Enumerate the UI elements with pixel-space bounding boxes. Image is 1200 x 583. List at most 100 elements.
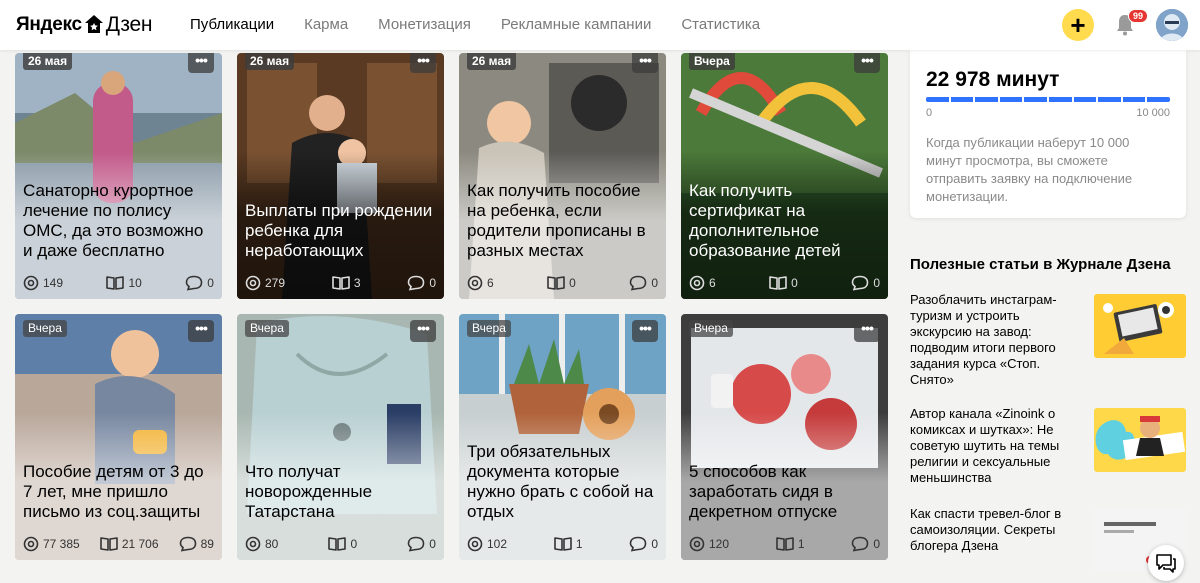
nav-item-publications[interactable]: Публикации <box>190 16 274 33</box>
more-options-button[interactable]: ••• <box>188 320 214 342</box>
notification-badge: 99 <box>1128 9 1149 23</box>
card-date: 26 мая <box>467 53 517 70</box>
logo-brand: Яндекс <box>16 14 82 35</box>
comments-icon <box>179 536 196 552</box>
article-thumbnail[interactable] <box>1094 294 1186 358</box>
card-date: Вчера <box>689 53 735 70</box>
publication-card[interactable]: Вчера ••• Пособие детям от 3 до 7 лет, мне… <box>15 314 222 560</box>
reads-stat: 10 <box>106 275 142 291</box>
views-icon <box>689 536 705 552</box>
card-fade <box>681 53 888 299</box>
card-fade <box>459 53 666 299</box>
card-fade <box>15 314 222 560</box>
comments-stat: 89 <box>179 536 214 552</box>
card-stats: 77 385 21 706 89 <box>23 536 214 552</box>
card-title[interactable]: Три обязательных документа которые нужно… <box>467 442 658 522</box>
reads-stat: 0 <box>328 536 357 552</box>
progress-min-label: 0 <box>926 107 933 119</box>
card-title[interactable]: Как получить пособие на ребенка, если ро… <box>467 181 658 261</box>
views-icon <box>23 275 39 291</box>
avatar[interactable] <box>1156 9 1188 41</box>
more-options-button[interactable]: ••• <box>410 320 436 342</box>
useful-article-text[interactable]: Как спасти тревел-блог в самоизоляции. С… <box>910 506 1080 554</box>
publication-card[interactable]: 26 мая ••• Выплаты при рождении ребенка дл… <box>237 53 444 299</box>
publication-card[interactable]: Вчера ••• Три обязательных документа котор… <box>459 314 666 560</box>
comments-stat: 0 <box>407 536 436 552</box>
nav-item-ad-campaigns[interactable]: Рекламные кампании <box>501 16 651 33</box>
card-stats: 120 1 0 <box>689 536 880 552</box>
views-count: 77 385 <box>43 537 80 551</box>
monetization-panel: 22 978 минут 0 10 000 Когда публикации н… <box>910 50 1186 218</box>
views-count: 120 <box>709 537 730 551</box>
comments-count: 0 <box>429 537 436 551</box>
comments-icon <box>852 275 869 291</box>
more-options-button[interactable]: ••• <box>632 53 658 73</box>
watch-minutes: 22 978 минут <box>926 68 1060 91</box>
comments-count: 0 <box>651 276 658 290</box>
views-icon <box>689 275 705 291</box>
comments-stat: 0 <box>629 275 658 291</box>
card-stats: 149 10 0 <box>23 275 214 291</box>
reads-count: 0 <box>569 276 576 290</box>
more-options-button[interactable]: ••• <box>854 53 880 73</box>
reads-icon <box>554 537 572 551</box>
card-stats: 102 1 0 <box>467 536 658 552</box>
comments-count: 0 <box>651 537 658 551</box>
card-title[interactable]: Что получат новорожденные Татарстана <box>245 462 436 522</box>
reads-count: 3 <box>353 276 361 290</box>
comments-icon <box>630 275 647 291</box>
card-title[interactable]: Выплаты при рождении ребенка для неработ… <box>245 201 436 261</box>
comments-count: 89 <box>200 537 214 551</box>
card-stats: 6 0 0 <box>689 275 880 291</box>
publication-card[interactable]: Вчера ••• Что получат новорожденные Татарс… <box>237 314 444 560</box>
more-options-button[interactable]: ••• <box>854 320 880 342</box>
more-options-button[interactable]: ••• <box>632 320 658 342</box>
card-title[interactable]: Как получить сертификат на дополнительно… <box>689 181 880 261</box>
more-options-button[interactable]: ••• <box>188 53 214 73</box>
reads-count: 0 <box>350 537 358 551</box>
comments-count: 0 <box>429 276 436 290</box>
useful-article-text[interactable]: Разоблачить инстаграм-туризм и устроить … <box>910 292 1080 388</box>
views-count: 6 <box>487 276 494 290</box>
comments-stat: 0 <box>851 536 880 552</box>
views-count: 6 <box>709 276 716 290</box>
comments-icon <box>185 275 203 291</box>
logo[interactable]: Яндекс Дзен <box>16 12 152 38</box>
reads-stat: 1 <box>776 536 805 552</box>
publication-card[interactable]: Вчера ••• 5 способов как заработать сидя в… <box>681 314 888 560</box>
reads-count: 10 <box>128 276 142 290</box>
views-count: 279 <box>265 276 286 290</box>
useful-article-text[interactable]: Автор канала «Zinoink о комиксах и шутка… <box>910 406 1080 486</box>
nav-item-monetization[interactable]: Монетизация <box>378 16 471 33</box>
publication-card[interactable]: 26 мая ••• Санаторно курортное лечение по … <box>15 53 222 299</box>
card-date: 26 мая <box>23 53 73 70</box>
more-options-button[interactable]: ••• <box>410 53 436 73</box>
comments-icon <box>630 536 647 552</box>
views-icon <box>23 536 39 552</box>
nav-item-statistics[interactable]: Статистика <box>681 16 760 33</box>
top-bar: Яндекс Дзен Публикации Карма Монетизация… <box>0 0 1200 50</box>
views-stat: 77 385 <box>23 536 80 552</box>
logo-product: Дзен <box>105 13 153 36</box>
article-thumbnail[interactable] <box>1094 408 1186 472</box>
nav-item-karma[interactable]: Карма <box>304 16 348 33</box>
create-button[interactable]: + <box>1062 9 1094 41</box>
card-title[interactable]: Пособие детям от 3 до 7 лет, мне пришло … <box>23 462 214 522</box>
reads-stat: 3 <box>332 275 361 291</box>
card-stats: 80 0 0 <box>245 536 436 552</box>
comments-count: 0 <box>873 276 880 290</box>
publication-card[interactable]: Вчера ••• Как получить сертификат на допол… <box>681 53 888 299</box>
reads-count: 1 <box>797 537 805 551</box>
card-title[interactable]: Санаторно курортное лечение по полису ОМ… <box>23 181 214 261</box>
reads-count: 0 <box>791 276 798 290</box>
progress-labels: 0 10 000 <box>926 107 1170 119</box>
chat-button[interactable] <box>1148 545 1184 581</box>
views-count: 102 <box>487 537 508 551</box>
house-icon <box>84 15 103 33</box>
card-fade <box>237 314 444 560</box>
card-title[interactable]: 5 способов как заработать сидя в декретн… <box>689 462 880 522</box>
publication-card[interactable]: 26 мая ••• Как получить пособие на ребенка… <box>459 53 666 299</box>
reads-icon <box>776 537 794 551</box>
main-nav: Публикации Карма Монетизация Рекламные к… <box>190 16 790 33</box>
card-date: Вчера <box>467 320 511 337</box>
